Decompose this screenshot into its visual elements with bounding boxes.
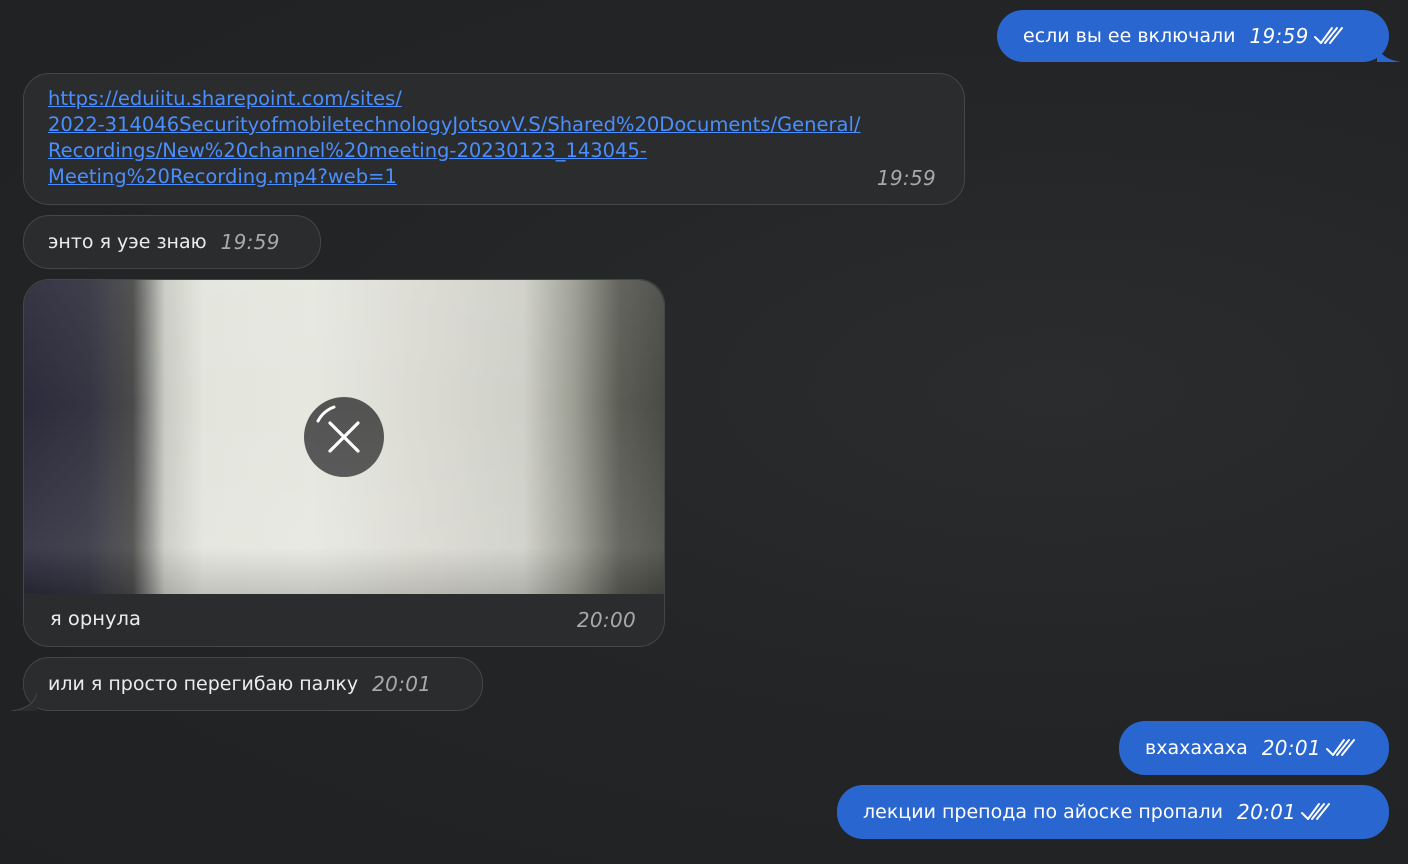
outgoing-message[interactable]: если вы ее включали 19:59 bbox=[997, 10, 1401, 62]
incoming-media-message[interactable]: я орнула 20:00 bbox=[23, 279, 665, 647]
double-check-icon bbox=[1325, 739, 1355, 756]
message-link[interactable]: https://eduiitu.sharepoint.com/sites/ 20… bbox=[48, 86, 938, 190]
link-line[interactable]: Meeting%20Recording.mp4?web=1 bbox=[48, 164, 938, 190]
outgoing-message[interactable]: лекции препода по айоске пропали 20:01 bbox=[837, 785, 1389, 839]
message-text: или я просто перегибаю палку bbox=[48, 673, 359, 695]
message-time: 20:01 bbox=[372, 672, 432, 696]
chat-area: если вы ее включали 19:59 https://eduiit… bbox=[0, 0, 1408, 864]
incoming-message[interactable]: энто я уэе знаю 19:59 bbox=[23, 215, 321, 269]
bubble-tail bbox=[11, 693, 37, 711]
cancel-download-button[interactable] bbox=[304, 397, 384, 477]
double-check-icon bbox=[1313, 27, 1343, 44]
bubble-tail bbox=[1377, 44, 1401, 62]
media-caption: я орнула bbox=[50, 607, 141, 630]
message-time: 20:00 bbox=[576, 608, 636, 632]
message-time: 20:01 bbox=[1237, 800, 1297, 824]
incoming-message-link[interactable]: https://eduiitu.sharepoint.com/sites/ 20… bbox=[23, 73, 965, 205]
message-text: вхахахаха bbox=[1145, 737, 1248, 759]
incoming-message[interactable]: или я просто перегибаю палку 20:01 bbox=[11, 657, 483, 711]
message-text: если вы ее включали bbox=[1023, 25, 1236, 47]
media-preview[interactable] bbox=[24, 280, 664, 594]
message-time: 19:59 bbox=[876, 166, 936, 190]
close-icon bbox=[316, 405, 360, 453]
double-check-icon bbox=[1301, 803, 1331, 820]
message-time: 19:59 bbox=[1249, 24, 1309, 48]
outgoing-message[interactable]: вхахахаха 20:01 bbox=[1119, 721, 1389, 775]
link-line[interactable]: https://eduiitu.sharepoint.com/sites/ bbox=[48, 86, 938, 112]
message-time: 19:59 bbox=[220, 230, 280, 254]
link-line[interactable]: Recordings/New%20channel%20meeting-20230… bbox=[48, 138, 938, 164]
message-text: лекции препода по айоске пропали bbox=[863, 801, 1224, 823]
message-time: 20:01 bbox=[1261, 736, 1321, 760]
link-line[interactable]: 2022-314046SecurityofmobiletechnologyJot… bbox=[48, 112, 938, 138]
message-text: энто я уэе знаю bbox=[48, 231, 207, 253]
